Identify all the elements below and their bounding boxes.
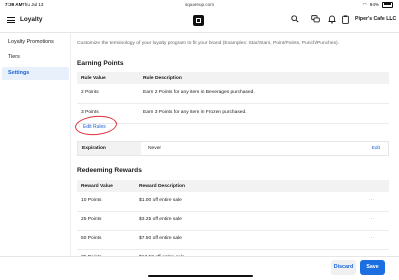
more-options-icon[interactable]: ··· [369,217,375,222]
reward-description: $3.25 off entire sale [139,217,182,222]
square-logo[interactable] [193,15,204,26]
battery-icon [382,1,393,8]
table-row[interactable]: 2 Points Earn 2 Points for any item in B… [77,84,389,104]
app-header: Loyalty Piper's Cafe LLC ⌄ [0,10,399,33]
save-button[interactable]: Save [360,260,385,275]
expiration-label: Expiration [82,146,106,151]
earning-table-header: Rule Value Rule Description [77,72,389,84]
more-options-icon[interactable]: ··· [369,236,375,241]
column-header: Rule Value [81,75,106,81]
sidebar-item-loyalty-promotions[interactable]: Loyalty Promotions [2,36,69,49]
rule-description: Earn 2 Points for any item in Beverages … [143,90,255,95]
rule-value: 2 Points [81,90,99,95]
menu-icon[interactable] [7,17,15,24]
expiration-row: Expiration Never Edit [77,141,389,156]
column-header: Reward Description [139,183,185,189]
sidebar-item-settings[interactable]: Settings [2,67,69,80]
rewards-table-header: Reward Value Reward Description [77,180,389,192]
clipboard-icon[interactable] [341,15,350,24]
rule-description: Earn 3 Points for any item in Frozen pur… [143,110,247,115]
discard-button[interactable]: Discard [331,260,356,275]
browser-url[interactable]: squareup.com [0,2,399,7]
table-row[interactable]: 50 Points $7.50 off entire sale ··· [77,230,389,250]
reward-description: $7.50 off entire sale [139,236,182,241]
page-title: Loyalty [20,16,43,23]
reward-value: 50 Points [81,236,102,241]
column-header: Rule Description [143,75,182,81]
expiration-label-cell: Expiration [78,142,141,155]
redeeming-rewards-title: Redeeming Rewards [77,167,142,174]
intro-text: Customize the terminology of your loyalt… [77,41,340,46]
bell-icon[interactable] [327,15,336,24]
earning-points-title: Earning Points [77,60,124,67]
reward-value: 10 Points [81,198,102,203]
wifi-icon: ◠ [362,1,367,7]
expiration-value: Never [148,146,162,151]
home-indicator[interactable] [148,275,253,277]
edit-rules-link[interactable]: Edit Rules [83,124,106,130]
expiration-edit-link[interactable]: Edit [372,146,380,151]
chevron-down-icon[interactable]: ⌄ [389,16,393,22]
battery-percent: 94% [369,2,379,7]
more-options-icon[interactable]: ··· [369,198,375,203]
table-row[interactable]: 25 Points $3.25 off entire sale ··· [77,211,389,231]
sidebar: Loyalty Promotions Tiers Settings [0,33,71,279]
rule-value: 3 Points [81,110,99,115]
sidebar-item-tiers[interactable]: Tiers [2,51,69,64]
column-header: Reward Value [81,183,113,189]
table-row[interactable]: 3 Points Earn 3 Points for any item in F… [77,104,389,124]
table-row[interactable]: 10 Points $1.00 off entire sale ··· [77,192,389,212]
search-icon[interactable] [290,15,299,24]
reward-value: 25 Points [81,217,102,222]
status-bar: 7:39 AM Thu Jul 13 squareup.com ◠ 94% [0,0,399,9]
chat-icon[interactable] [311,15,320,24]
reward-description: $1.00 off entire sale [139,198,182,203]
status-right: ◠ 94% [362,1,393,8]
footer-bar: Discard Save [0,256,399,280]
